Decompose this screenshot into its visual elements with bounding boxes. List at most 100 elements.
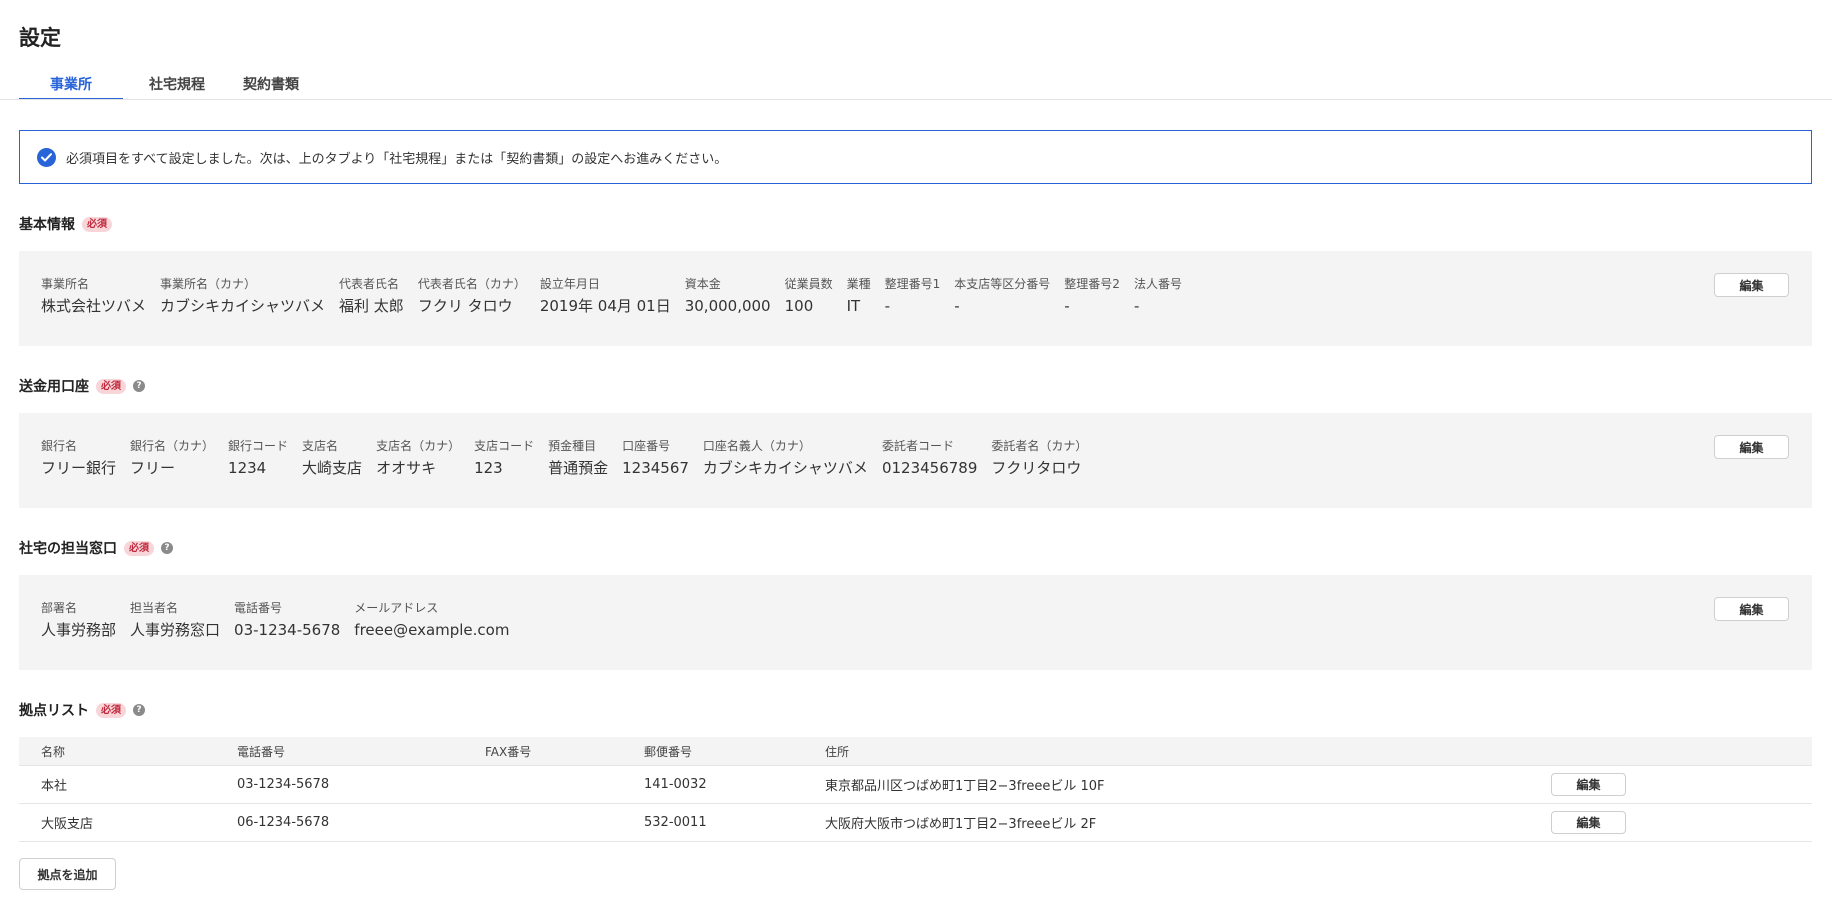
column-header: 電話番号 bbox=[237, 744, 286, 759]
table-header: 名称 電話番号 FAX番号 郵便番号 住所 bbox=[19, 737, 1812, 765]
field-value: フリー bbox=[130, 459, 176, 477]
field-value: 福利 太郎 bbox=[339, 297, 404, 315]
field-item: 部署名 人事労務部 bbox=[41, 599, 116, 640]
field-label: 口座番号 bbox=[622, 439, 671, 453]
field-label: 支店コード bbox=[474, 439, 535, 453]
field-item: 法人番号 - bbox=[1134, 275, 1182, 316]
table-row: 大阪支店 06-1234-5678 532-0011 大阪府大阪市つばめ町1丁目… bbox=[19, 803, 1812, 842]
field-value: フクリ タロウ bbox=[417, 297, 513, 315]
contact-panel: 部署名人事労務部 担当者名人事労務窓口 電話番号 03-1234-5678 メールアドレ… bbox=[19, 575, 1812, 670]
field-label: 委託者名（カナ） bbox=[991, 439, 1088, 453]
field-label: 代表者氏名（カナ） bbox=[417, 277, 526, 291]
help-icon[interactable]: ? bbox=[161, 542, 173, 554]
completion-notice: 必須項目をすべて設定しました。次は、上のタブより「社宅規程」または「契約書類」の… bbox=[19, 130, 1812, 184]
field-value: 0123456789 bbox=[881, 459, 978, 477]
field-value: 人事労務部 bbox=[41, 621, 117, 639]
field-item: 預金種目 普通預金 bbox=[548, 437, 608, 478]
help-icon[interactable]: ? bbox=[133, 380, 145, 392]
field-label: 銀行コード bbox=[228, 439, 289, 453]
edit-bank-account-button[interactable]: 編集 bbox=[1714, 435, 1789, 459]
field-label: 銀行名（カナ） bbox=[130, 439, 215, 453]
field-item: 電話番号 03-1234-5678 bbox=[234, 599, 340, 640]
required-badge: 必須 bbox=[124, 540, 154, 556]
field-value: 1234567 bbox=[622, 459, 689, 477]
field-label: メールアドレス bbox=[354, 601, 439, 615]
basic-info-fields: 事業所名 株式会社ツバメ 事業所名（カナ） カブシキカイシャツバメ 代表者氏名 福利 太郎… bbox=[41, 275, 1812, 316]
section-heading-bank: 送金用口座 必須 ? bbox=[19, 376, 145, 396]
field-item: 口座名義人（カナ） カブシキカイシャツバメ bbox=[703, 437, 868, 478]
location-address: 東京都品川区つばめ町1丁目2−3freeeビル 10F bbox=[825, 779, 1105, 794]
edit-location-button[interactable]: 編集 bbox=[1551, 773, 1626, 796]
edit-location-button[interactable]: 編集 bbox=[1551, 811, 1626, 834]
contact-fields: 部署名人事労務部 担当者名人事労務窓口 電話番号 03-1234-5678 メールアドレ… bbox=[41, 599, 1812, 640]
help-icon[interactable]: ? bbox=[133, 704, 145, 716]
tab-housing-rules[interactable]: 社宅規程 bbox=[138, 74, 216, 100]
field-value: - bbox=[1133, 297, 1140, 315]
add-location-button[interactable]: 拠点を追加 bbox=[19, 858, 116, 890]
required-badge: 必須 bbox=[96, 702, 126, 718]
field-label: 部署名 bbox=[41, 601, 78, 615]
field-item: 銀行名 フリー銀行 bbox=[41, 437, 116, 478]
section-heading-locations: 拠点リスト 必須 ? bbox=[19, 700, 145, 720]
field-label: 法人番号 bbox=[1133, 277, 1182, 291]
field-item: 委託者コード 0123456789 bbox=[882, 437, 977, 478]
field-item: 設立年月日 2019年 04月 01日 bbox=[540, 275, 671, 316]
basic-info-panel: 事業所名 株式会社ツバメ 事業所名（カナ） カブシキカイシャツバメ 代表者氏名 福利 太郎… bbox=[19, 251, 1812, 346]
location-zip: 141-0032 bbox=[644, 777, 707, 792]
edit-basic-info-button[interactable]: 編集 bbox=[1714, 273, 1789, 297]
section-title: 拠点リスト bbox=[19, 703, 89, 719]
field-item: 支店コード 123 bbox=[474, 437, 534, 478]
tab-bar: 事業所 社宅規程 契約書類 bbox=[19, 74, 326, 100]
field-item: 資本金 30,000,000 bbox=[685, 275, 771, 316]
field-label: 代表者氏名 bbox=[339, 277, 400, 291]
field-label: 支店名 bbox=[302, 439, 339, 453]
field-value: 株式会社ツバメ bbox=[41, 297, 147, 315]
location-name: 本社 bbox=[41, 779, 68, 794]
field-value: freee@example.com bbox=[354, 621, 510, 639]
field-item: 支店名 大崎支店 bbox=[302, 437, 362, 478]
field-item: メールアドレス freee@example.com bbox=[354, 599, 509, 640]
field-value: 30,000,000 bbox=[684, 297, 771, 315]
column-header: 名称 bbox=[41, 744, 66, 759]
notice-text: 必須項目をすべて設定しました。次は、上のタブより「社宅規程」または「契約書類」の… bbox=[66, 151, 728, 167]
field-value: 人事労務窓口 bbox=[130, 621, 221, 639]
field-value: - bbox=[1064, 297, 1070, 315]
field-value: 100 bbox=[784, 297, 814, 315]
field-label: 口座名義人（カナ） bbox=[702, 439, 811, 453]
field-label: 本支店等区分番号 bbox=[954, 277, 1051, 291]
section-heading-contact: 社宅の担当窓口 必須 ? bbox=[19, 538, 173, 558]
field-label: 担当者名 bbox=[130, 601, 179, 615]
field-item: 口座番号 1234567 bbox=[622, 437, 689, 478]
field-value: 2019年 04月 01日 bbox=[539, 297, 671, 315]
field-label: 事業所名 bbox=[41, 277, 90, 291]
section-heading-basic: 基本情報 必須 bbox=[19, 214, 112, 234]
field-label: 従業員数 bbox=[784, 277, 833, 291]
column-header: FAX番号 bbox=[485, 744, 532, 759]
tab-contract-documents[interactable]: 契約書類 bbox=[232, 74, 310, 100]
field-item: 代表者氏名（カナ） フクリ タロウ bbox=[418, 275, 526, 316]
field-value: 大崎支店 bbox=[302, 459, 363, 477]
field-label: 預金種目 bbox=[548, 439, 597, 453]
field-label: 支店名（カナ） bbox=[376, 439, 461, 453]
field-item: 代表者氏名福利 太郎 bbox=[339, 275, 404, 316]
field-label: 電話番号 bbox=[234, 601, 283, 615]
required-badge: 必須 bbox=[96, 378, 126, 394]
field-value: 03-1234-5678 bbox=[234, 621, 341, 639]
field-item: 整理番号1 - bbox=[885, 275, 941, 316]
required-badge: 必須 bbox=[82, 216, 112, 232]
tab-office[interactable]: 事業所 bbox=[19, 74, 123, 100]
bank-account-fields: 銀行名 フリー銀行 銀行名（カナ） フリー 銀行コード 1234 支店名 大崎支店 支店名（カナ… bbox=[41, 437, 1812, 478]
tab-divider bbox=[0, 99, 1832, 100]
field-item: 支店名（カナ） オオサキ bbox=[376, 437, 460, 478]
field-value: フクリタロウ bbox=[991, 459, 1082, 477]
field-label: 委託者コード bbox=[881, 439, 954, 453]
field-item: 従業員数 100 bbox=[785, 275, 833, 316]
field-value: カブシキカイシャツバメ bbox=[160, 297, 326, 315]
field-item: 銀行名（カナ） フリー bbox=[130, 437, 214, 478]
page-title: 設定 bbox=[19, 26, 61, 50]
table-row: 本社 03-1234-5678 141-0032 東京都品川区つばめ町1丁目2−… bbox=[19, 765, 1812, 803]
edit-contact-button[interactable]: 編集 bbox=[1714, 597, 1789, 621]
field-value: オオサキ bbox=[376, 459, 437, 477]
field-label: 業種 bbox=[846, 277, 871, 291]
field-value: - bbox=[884, 297, 891, 315]
